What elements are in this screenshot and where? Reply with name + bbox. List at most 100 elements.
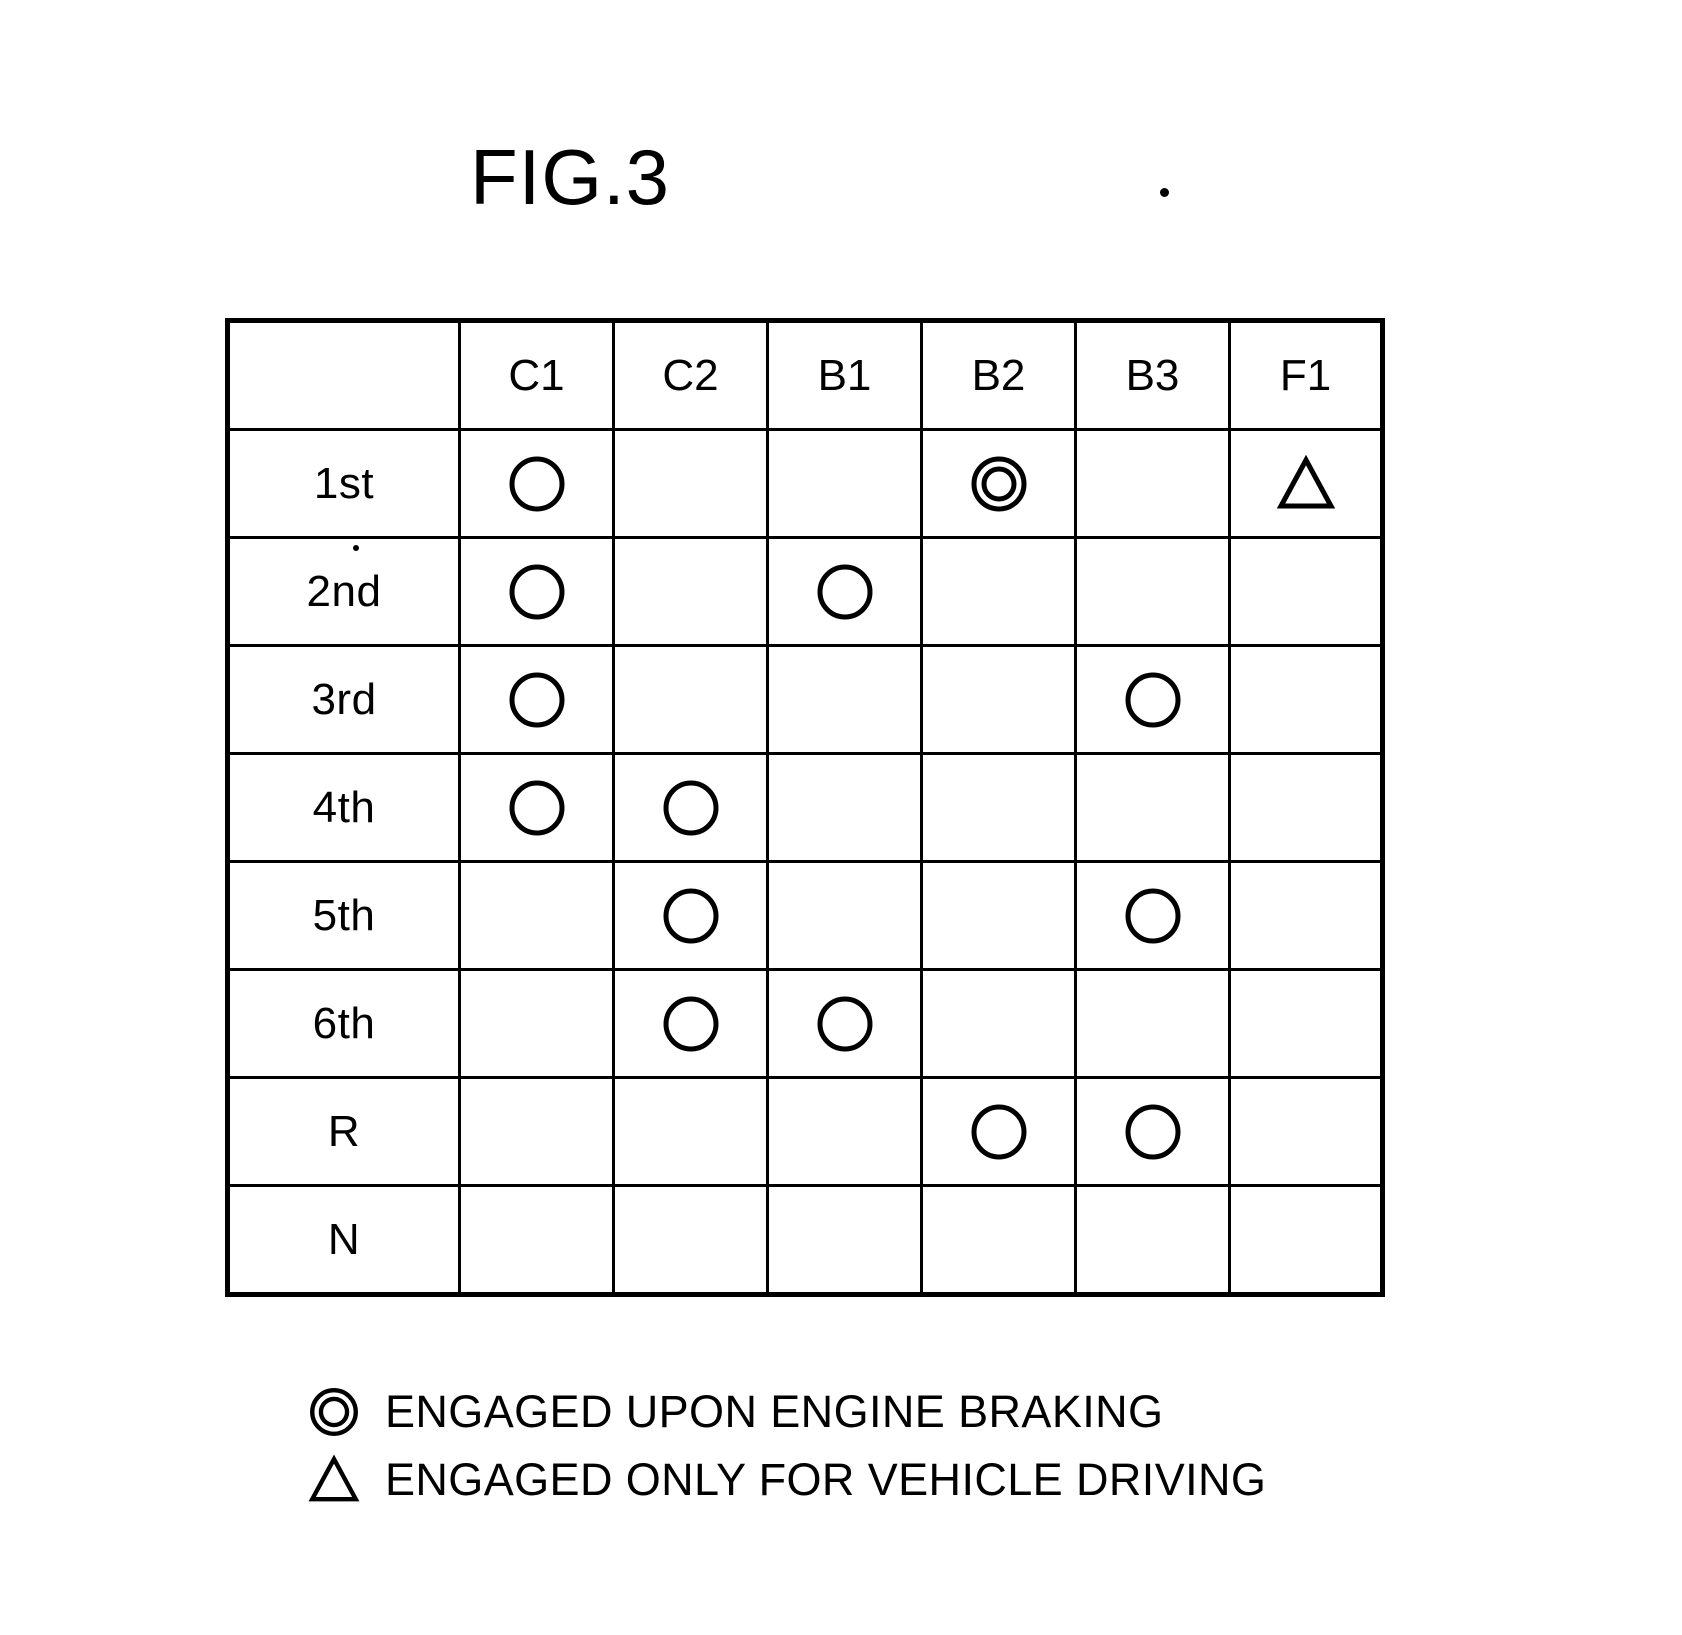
cell-symbol	[769, 971, 920, 1076]
legend-symbol	[305, 1385, 363, 1439]
circle-icon	[814, 561, 876, 623]
circle-icon	[506, 453, 568, 515]
cell-n-c1	[458, 1184, 615, 1296]
row-label-6th: 6th	[226, 968, 461, 1079]
table-row: 3rd	[226, 644, 1384, 755]
cell-symbol	[1077, 647, 1228, 752]
legend-symbol	[305, 1453, 363, 1507]
legend-item: ENGAGED UPON ENGINE BRAKING	[305, 1378, 1405, 1446]
cell-r-c2	[612, 1076, 769, 1187]
row-label-3rd: 3rd	[226, 644, 461, 755]
cell-symbol	[1231, 431, 1380, 536]
cell-5th-b3	[1074, 860, 1231, 971]
cell-6th-b1	[766, 968, 923, 1079]
cell-2nd-b3	[1074, 536, 1231, 647]
column-header-f1: F1	[1228, 319, 1384, 431]
table-header: C1 C2 B1 B2 B3 F1	[226, 319, 1384, 431]
table-row: 4th	[226, 752, 1384, 863]
column-header-c2: C2	[612, 319, 769, 431]
row-label-5th: 5th	[226, 860, 461, 971]
cell-symbol	[1077, 863, 1228, 968]
circle-icon	[660, 777, 722, 839]
cell-symbol	[923, 431, 1074, 536]
header-row: C1 C2 B1 B2 B3 F1	[226, 319, 1384, 431]
cell-n-c2	[612, 1184, 769, 1296]
cell-symbol	[461, 431, 612, 536]
cell-symbol	[615, 755, 766, 860]
column-header-b3: B3	[1074, 319, 1231, 431]
cell-3rd-f1	[1228, 644, 1384, 755]
figure-title: FIG.3	[470, 133, 671, 221]
cell-symbol	[615, 863, 766, 968]
double-circle-icon	[307, 1385, 361, 1439]
table-body: 1st 2nd 3rd 4th 5th 6th R N	[226, 428, 1384, 1296]
cell-6th-c2	[612, 968, 769, 1079]
cell-symbol	[615, 971, 766, 1076]
cell-2nd-f1	[1228, 536, 1384, 647]
legend-item: ENGAGED ONLY FOR VEHICLE DRIVING	[305, 1446, 1405, 1514]
row-label-n: N	[226, 1184, 461, 1296]
column-header-b2: B2	[920, 319, 1077, 431]
column-header-c1: C1	[458, 319, 615, 431]
cell-3rd-b2	[920, 644, 1077, 755]
table-row: R	[226, 1076, 1384, 1187]
cell-3rd-c1	[458, 644, 615, 755]
cell-r-b3	[1074, 1076, 1231, 1187]
circle-icon	[1122, 669, 1184, 731]
circle-icon	[1122, 885, 1184, 947]
row-label-r: R	[226, 1076, 461, 1187]
cell-2nd-c2	[612, 536, 769, 647]
cell-4th-b3	[1074, 752, 1231, 863]
circle-icon	[506, 669, 568, 731]
row-label-2nd: 2nd	[226, 536, 461, 647]
table-row: N	[226, 1184, 1384, 1296]
cell-5th-c2	[612, 860, 769, 971]
cell-5th-b1	[766, 860, 923, 971]
cell-symbol	[461, 755, 612, 860]
table-row: 6th	[226, 968, 1384, 1079]
cell-4th-c2	[612, 752, 769, 863]
cell-r-b2	[920, 1076, 1077, 1187]
legend: ENGAGED UPON ENGINE BRAKING ENGAGED ONLY …	[305, 1378, 1405, 1514]
circle-icon	[968, 1101, 1030, 1163]
triangle-icon	[307, 1453, 361, 1507]
cell-2nd-b2	[920, 536, 1077, 647]
cell-n-b1	[766, 1184, 923, 1296]
double-circle-icon	[968, 453, 1030, 515]
cell-1st-b2	[920, 428, 1077, 539]
table-row: 2nd	[226, 536, 1384, 647]
cell-6th-f1	[1228, 968, 1384, 1079]
cell-symbol	[1077, 1079, 1228, 1184]
cell-6th-c1	[458, 968, 615, 1079]
engagement-table-container: C1 C2 B1 B2 B3 F1 1st 2nd 3rd 4th 5th 6th R N	[225, 318, 1385, 1297]
circle-icon	[506, 561, 568, 623]
cell-3rd-c2	[612, 644, 769, 755]
cell-4th-c1	[458, 752, 615, 863]
cell-5th-b2	[920, 860, 1077, 971]
cell-1st-b3	[1074, 428, 1231, 539]
cell-4th-f1	[1228, 752, 1384, 863]
cell-r-b1	[766, 1076, 923, 1187]
row-label-1st: 1st	[226, 428, 461, 539]
cell-4th-b1	[766, 752, 923, 863]
scan-speck	[1160, 188, 1169, 197]
cell-2nd-b1	[766, 536, 923, 647]
legend-label: ENGAGED ONLY FOR VEHICLE DRIVING	[385, 1454, 1267, 1505]
cell-symbol	[461, 647, 612, 752]
cell-5th-c1	[458, 860, 615, 971]
cell-3rd-b3	[1074, 644, 1231, 755]
cell-6th-b2	[920, 968, 1077, 1079]
table-row: 1st	[226, 428, 1384, 539]
corner-cell	[226, 319, 461, 431]
cell-1st-b1	[766, 428, 923, 539]
circle-icon	[1122, 1101, 1184, 1163]
table-row: 5th	[226, 860, 1384, 971]
cell-5th-f1	[1228, 860, 1384, 971]
circle-icon	[814, 993, 876, 1055]
circle-icon	[660, 885, 722, 947]
row-label-4th: 4th	[226, 752, 461, 863]
cell-n-b2	[920, 1184, 1077, 1296]
cell-3rd-b1	[766, 644, 923, 755]
cell-symbol	[461, 539, 612, 644]
column-header-b1: B1	[766, 319, 923, 431]
